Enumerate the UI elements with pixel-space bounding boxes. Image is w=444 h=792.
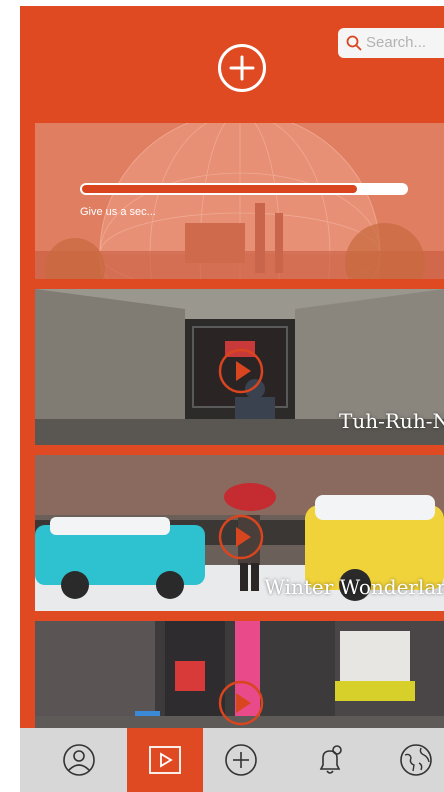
upload-progress-bar xyxy=(80,183,408,195)
video-title: Winter Wonderland xyxy=(264,575,444,599)
loading-card-image xyxy=(35,123,444,279)
notification-icon xyxy=(319,745,342,774)
nav-notifications[interactable] xyxy=(292,728,368,792)
nav-explore[interactable] xyxy=(378,728,444,792)
app-screen: Search... Give us a sec... Tuh-Ruh-N Win… xyxy=(20,6,444,792)
nav-videos[interactable] xyxy=(127,728,203,792)
video-card[interactable]: Winter Wonderland xyxy=(35,455,444,611)
bottom-nav xyxy=(20,728,444,792)
video-card[interactable] xyxy=(35,621,444,728)
video-icon xyxy=(149,746,181,774)
search-icon xyxy=(346,35,362,51)
upload-progress-fill xyxy=(82,185,357,193)
play-icon[interactable] xyxy=(217,513,265,561)
video-card[interactable]: Tuh-Ruh-No xyxy=(35,289,444,445)
add-icon xyxy=(225,744,257,776)
nav-add[interactable] xyxy=(203,728,279,792)
video-title: Tuh-Ruh-No xyxy=(339,409,444,433)
loading-card: Give us a sec... xyxy=(35,123,444,279)
loading-message: Give us a sec... xyxy=(80,206,156,218)
search-input[interactable]: Search... xyxy=(338,28,444,58)
play-icon[interactable] xyxy=(217,347,265,395)
search-placeholder: Search... xyxy=(366,34,427,51)
plus-icon xyxy=(229,55,255,81)
play-icon[interactable] xyxy=(217,679,265,727)
add-post-button[interactable] xyxy=(218,44,266,92)
profile-icon xyxy=(63,744,95,776)
nav-profile[interactable] xyxy=(41,728,117,792)
globe-icon xyxy=(400,744,432,776)
